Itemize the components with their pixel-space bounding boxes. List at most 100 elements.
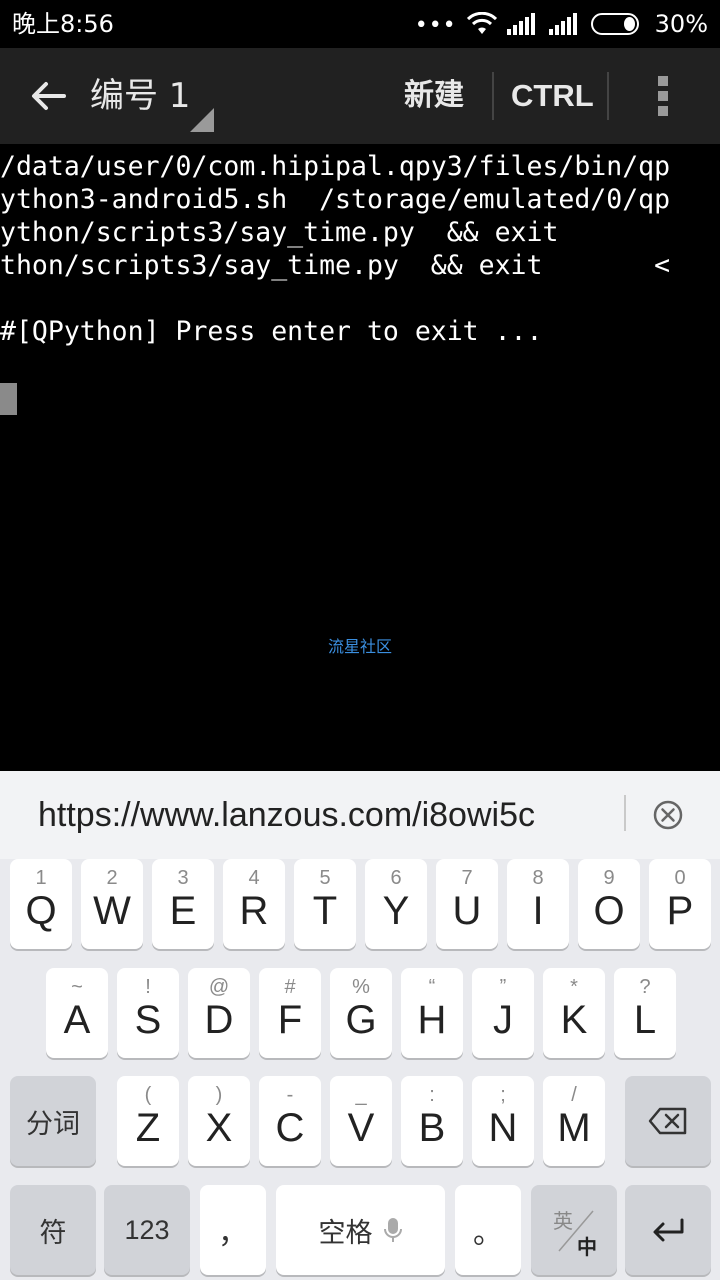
key-s[interactable]: ! S [117,968,179,1058]
terminal-line: thon/scripts3/say_time.py && exit < [0,250,671,281]
key-hint: * [570,976,578,998]
key-c[interactable]: -C [259,1076,321,1166]
key-hint: # [284,976,296,998]
number-key[interactable]: 123 [104,1185,190,1275]
key-label: L [633,998,657,1042]
close-circle-icon[interactable] [652,799,684,831]
key-a[interactable]: ~ A [46,968,108,1058]
key-y[interactable]: 6Y [365,859,427,949]
ctrl-button[interactable]: CTRL [511,76,594,116]
space-key-content: 空格 [319,1211,403,1250]
more-vert-icon[interactable] [652,74,674,118]
key-hint: ( [144,1084,152,1106]
key-label: P [666,889,694,933]
key-hint: ~ [71,976,83,998]
space-key-label: 空格 [318,1217,373,1249]
key-hint: ” [499,976,507,998]
key-hint: “ [428,976,436,998]
symbol-key-label: 符 [39,1217,67,1249]
battery-percent: 30% [654,10,708,38]
key-hint: _ [355,1084,367,1106]
signal-icon [506,13,535,35]
status-time: 晚上8:56 [12,10,114,38]
period-key-label: 。 [473,1216,503,1251]
segment-key[interactable]: 分词 [10,1076,96,1166]
key-label: R [239,889,269,933]
status-icons: ••• 30% [415,9,708,39]
key-label: M [557,1106,591,1150]
microphone-icon [383,1218,402,1242]
key-hint: 1 [35,867,47,889]
key-hint: 8 [532,867,544,889]
comma-key-label: ， [218,1216,248,1251]
language-switch-key[interactable]: 英 中 [531,1185,617,1275]
back-arrow-icon[interactable] [28,76,68,116]
clipboard-divider [624,795,626,831]
notification-dots-icon: ••• [414,13,457,38]
key-label: O [593,889,625,933]
dropdown-triangle-icon[interactable] [190,108,214,132]
key-label: U [452,889,482,933]
number-key-label: 123 [124,1214,170,1245]
terminal-line: ython3-android5.sh /storage/emulated/0/q… [0,184,671,215]
key-m[interactable]: / M [543,1076,605,1166]
key-j[interactable]: ” J [472,968,534,1058]
key-i[interactable]: 8I [507,859,569,949]
segment-key-label: 分词 [26,1108,80,1140]
session-title[interactable]: 编号 1 [90,72,190,120]
key-label: D [204,998,234,1042]
key-hint: ? [639,976,651,998]
key-hint: 9 [603,867,615,889]
comma-key[interactable]: ， [200,1185,266,1275]
terminal-line: ython/scripts3/say_time.py && exit [0,217,559,248]
key-hint: ! [145,976,151,998]
key-e[interactable]: 3E [152,859,214,949]
enter-key-face [625,1185,711,1275]
key-f[interactable]: # F [259,968,321,1058]
key-label: X [205,1106,233,1150]
key-l[interactable]: ? L [614,968,676,1058]
period-key[interactable]: 。 [455,1185,521,1275]
terminal-output[interactable]: /data/user/0/com.hipipal.qpy3/files/bin/… [0,144,720,771]
key-hint: 5 [319,867,331,889]
terminal-cursor [0,383,17,415]
key-hint: @ [208,976,230,998]
key-b[interactable]: :B [401,1076,463,1166]
key-r[interactable]: 4R [223,859,285,949]
key-g[interactable]: % G [330,968,392,1058]
key-u[interactable]: 7U [436,859,498,949]
key-h[interactable]: “H [401,968,463,1058]
key-label: Z [135,1106,161,1150]
clipboard-bar: https://www.lanzous.com/i8owi5c [0,771,720,859]
key-label: F [277,998,303,1042]
backspace-icon [648,1107,687,1135]
key-x[interactable]: ) X [188,1076,250,1166]
key-t[interactable]: 5T [294,859,356,949]
key-d[interactable]: @ D [188,968,250,1058]
symbol-key[interactable]: 符 [10,1185,96,1275]
key-p[interactable]: 0P [649,859,711,949]
soft-keyboard: https://www.lanzous.com/i8owi5c 1Q 2W 3E… [0,771,720,1280]
key-w[interactable]: 2W [81,859,143,949]
key-n[interactable]: ; N [472,1076,534,1166]
key-hint: 3 [177,867,189,889]
space-key[interactable]: 空格 [276,1185,445,1275]
key-hint: ; [500,1084,506,1106]
key-hint: % [352,976,370,998]
key-hint: ) [215,1084,223,1106]
backspace-key[interactable] [625,1076,711,1166]
key-o[interactable]: 9O [578,859,640,949]
key-v[interactable]: _ V [330,1076,392,1166]
key-q[interactable]: 1Q [10,859,72,949]
clipboard-suggestion[interactable]: https://www.lanzous.com/i8owi5c [38,793,535,837]
key-hint: 2 [106,867,118,889]
enter-key[interactable] [625,1185,711,1275]
key-label: N [488,1106,518,1150]
key-label: H [417,998,447,1042]
key-k[interactable]: * K [543,968,605,1058]
key-label: E [169,889,197,933]
new-session-button[interactable]: 新建 [404,76,464,116]
key-z[interactable]: (Z [117,1076,179,1166]
watermark-text: 流星社区 [327,637,392,656]
key-label: B [418,1106,446,1150]
